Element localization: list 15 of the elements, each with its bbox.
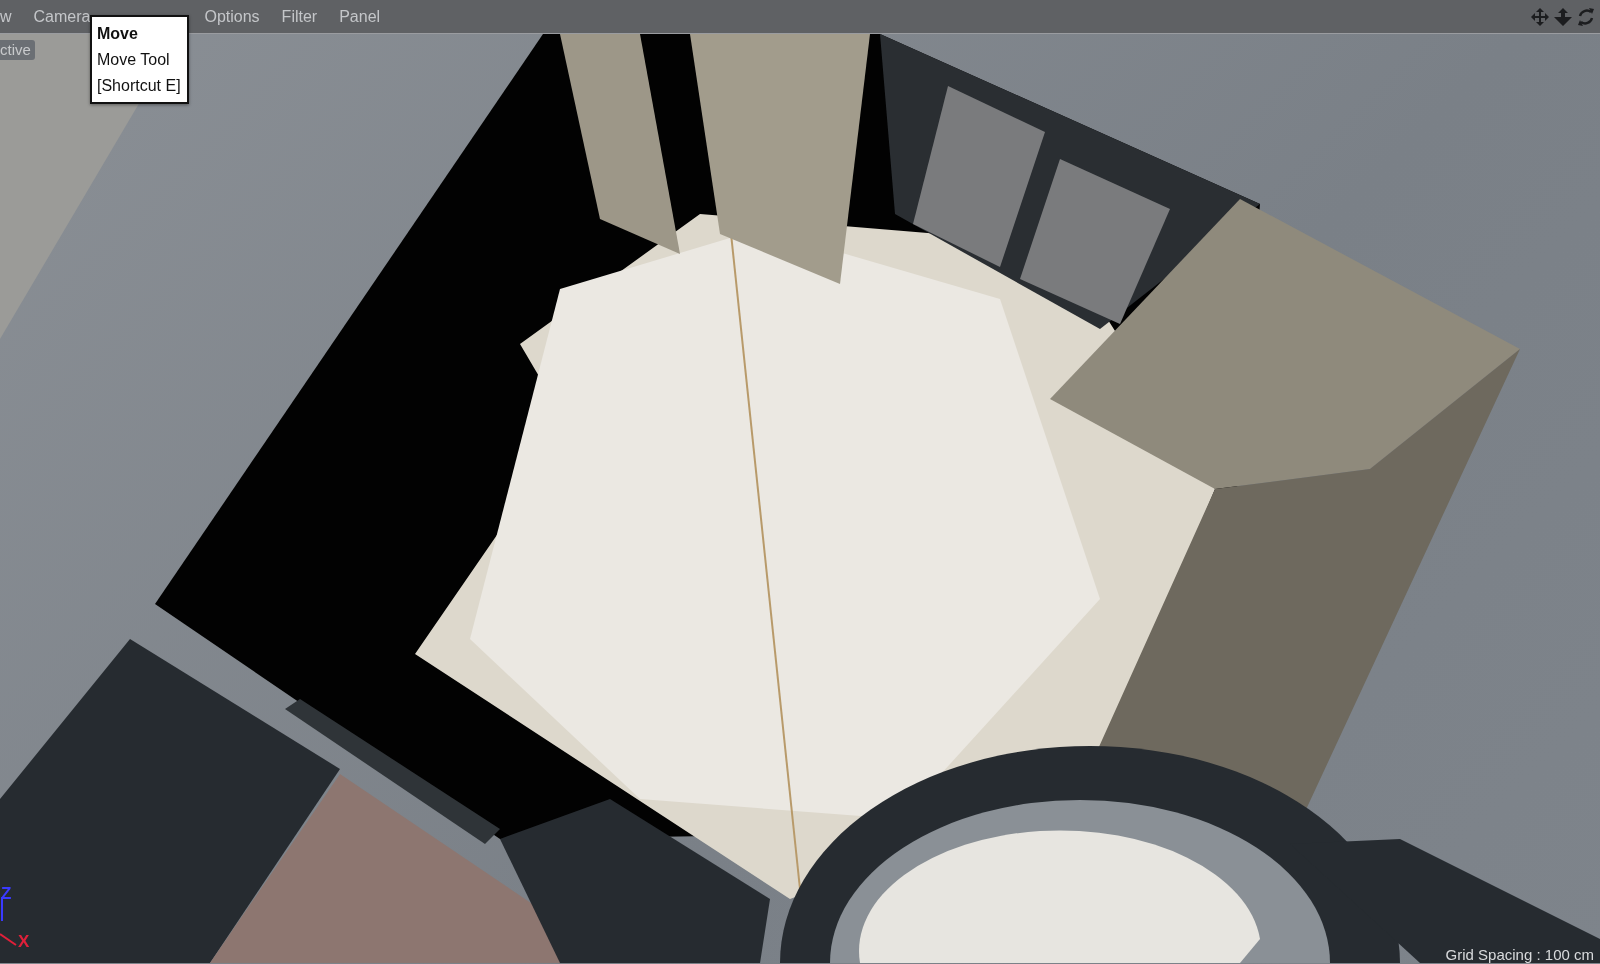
axis-x-label: X: [18, 932, 30, 952]
projection-label[interactable]: ctive: [0, 40, 35, 60]
tooltip-text: Move Tool: [97, 50, 171, 70]
grid-spacing-text: Grid Spacing : 100 cm: [1445, 946, 1594, 963]
shortcut-text: [Shortcut E]: [97, 76, 181, 96]
menu-item[interactable]: Camera: [33, 7, 91, 26]
move-arrows-icon[interactable]: [1530, 6, 1550, 27]
menu-item[interactable]: w: [0, 7, 12, 26]
axis-z-label: Z: [1, 884, 12, 904]
vertical-arrow-icon[interactable]: [1553, 6, 1573, 27]
tooltip-title: Move: [97, 24, 139, 44]
menu-item[interactable]: Filter: [281, 7, 318, 26]
menu-item[interactable]: Panel: [339, 7, 381, 26]
menu-item[interactable]: Options: [204, 7, 260, 26]
rotate-icon[interactable]: [1576, 6, 1596, 27]
